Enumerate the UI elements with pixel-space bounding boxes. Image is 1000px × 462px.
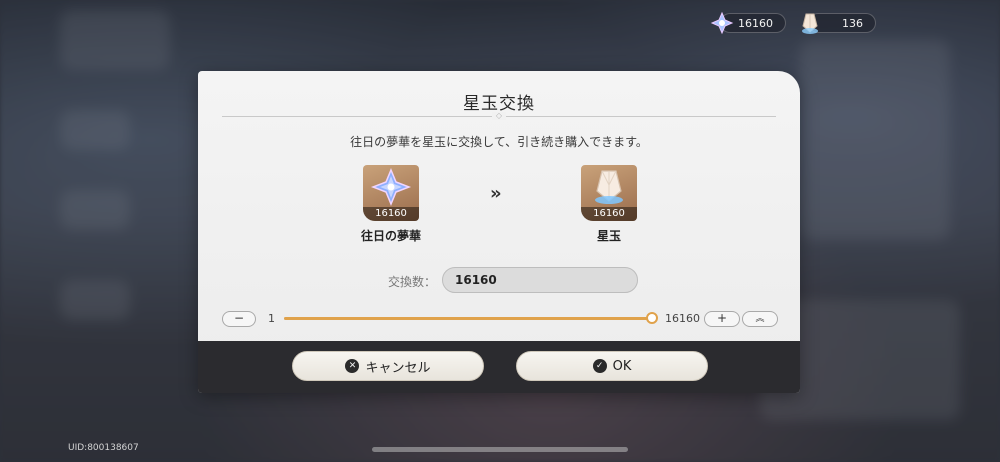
dialog-footer: ✕ キャンセル ✓ OK	[198, 341, 800, 393]
exchange-arrow-icon: »	[490, 183, 502, 204]
home-indicator[interactable]	[372, 447, 628, 452]
max-button[interactable]: ︽	[742, 311, 778, 327]
quantity-input[interactable]: 16160	[442, 267, 638, 293]
title-divider: ◇	[222, 112, 776, 120]
cancel-button[interactable]: ✕ キャンセル	[292, 351, 484, 381]
star-jade-icon	[802, 13, 818, 34]
quantity-label: 交換数：	[388, 275, 437, 289]
quantity-slider[interactable]	[284, 312, 658, 324]
dream-currency-value: 16160	[738, 16, 773, 30]
target-item-count: 16160	[581, 207, 637, 221]
dream-currency-display[interactable]: 16160	[710, 11, 786, 35]
dialog-description: 往日の夢華を星玉に交換して、引き続き購入できます。	[350, 135, 648, 149]
gem-currency-display[interactable]: 136	[802, 13, 876, 34]
source-item-name: 往日の夢華	[360, 229, 421, 243]
dream-flower-icon	[370, 168, 412, 206]
slider-max-value: 16160	[665, 312, 700, 325]
slider-fill	[284, 317, 652, 320]
check-circle-icon: ✓	[592, 359, 607, 373]
decrease-button[interactable]: −	[222, 311, 256, 327]
source-item-count: 16160	[363, 207, 419, 221]
target-item-card: 16160	[581, 165, 637, 221]
target-item-name: 星玉	[596, 229, 621, 243]
slider-thumb[interactable]	[646, 312, 658, 324]
dream-flower-icon	[710, 11, 734, 35]
user-id: UID:800138607	[68, 443, 139, 453]
ok-button[interactable]: ✓ OK	[516, 351, 708, 381]
cancel-button-label: キャンセル	[365, 360, 431, 376]
ok-button-label: OK	[612, 358, 632, 374]
star-jade-icon	[595, 170, 623, 204]
increase-button[interactable]: +	[704, 311, 740, 327]
divider-ornament-icon: ◇	[492, 112, 506, 120]
gem-currency-value: 136	[842, 16, 863, 30]
exchange-dialog: 星玉交換 ◇ 往日の夢華を星玉に交換して、引き続き購入できます。 16160 往…	[198, 71, 800, 393]
x-circle-icon: ✕	[345, 359, 360, 373]
slider-min-value: 1	[268, 312, 275, 325]
source-item-card: 16160	[363, 165, 419, 221]
